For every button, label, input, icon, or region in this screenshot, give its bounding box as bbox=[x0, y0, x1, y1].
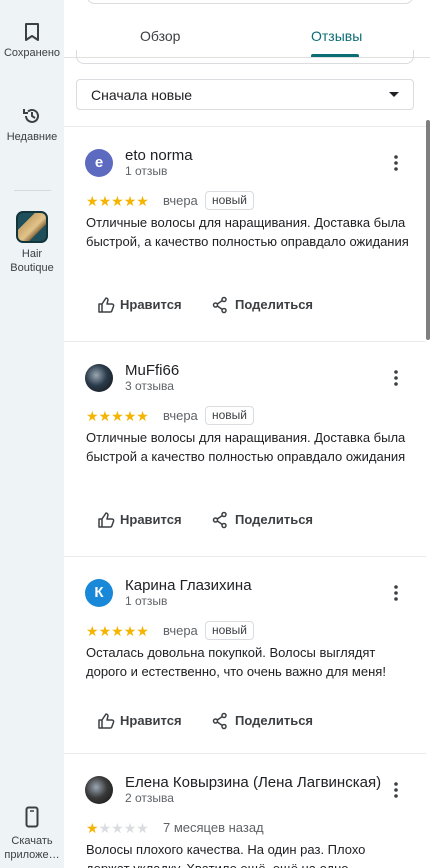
saved-label: Сохранено bbox=[3, 47, 61, 59]
review-text: Осталась довольна покупкой. Волосы выгля… bbox=[86, 645, 386, 679]
like-label: Нравится bbox=[120, 713, 182, 728]
star-icon: ★ bbox=[136, 408, 149, 424]
share-label: Поделиться bbox=[235, 512, 314, 527]
review-text: Волосы плохого качества. На один раз. Пл… bbox=[86, 842, 366, 868]
star-icon: ★ bbox=[111, 820, 124, 836]
review-date: 7 месяцев назад bbox=[163, 820, 264, 835]
reviewer-name[interactable]: Елена Ковырзина (Лена Лагвинская) bbox=[125, 774, 381, 791]
star-icon: ★ bbox=[98, 193, 112, 209]
reviewer-name[interactable]: Карина Глазихина bbox=[125, 577, 252, 594]
star-icon: ★ bbox=[136, 193, 149, 209]
review-card: MuFfi66 3 отзыва ★★★★★ вчера новый Отличные в… bbox=[64, 341, 426, 556]
star-icon: ★ bbox=[86, 408, 99, 424]
star-rating: ★★★★★ bbox=[86, 408, 149, 424]
new-badge: новый bbox=[205, 191, 255, 210]
share-icon bbox=[212, 296, 227, 314]
reviewer-review-count: 2 отзыва bbox=[125, 791, 174, 805]
review-text: Отличные волосы для наращивания. Доставк… bbox=[86, 430, 406, 464]
avatar[interactable] bbox=[85, 364, 113, 392]
star-icon: ★ bbox=[98, 820, 112, 836]
like-label: Нравится bbox=[120, 297, 182, 312]
star-icon: ★ bbox=[123, 408, 137, 424]
share-icon bbox=[212, 511, 227, 529]
avatar[interactable] bbox=[85, 776, 113, 804]
reviewer-review-count: 1 отзыв bbox=[125, 164, 168, 178]
place-nav-item[interactable]: Hair Boutique bbox=[0, 211, 64, 275]
caret-down-icon bbox=[389, 92, 399, 97]
review-search-edge[interactable] bbox=[76, 50, 414, 64]
phone-icon bbox=[25, 806, 39, 828]
tab-reviews[interactable]: Отзывы bbox=[311, 28, 362, 44]
star-icon: ★ bbox=[111, 408, 124, 424]
bookmark-icon bbox=[25, 23, 39, 41]
rail-divider bbox=[14, 190, 51, 191]
share-label: Поделиться bbox=[235, 297, 314, 312]
thumb-up-icon bbox=[98, 713, 115, 729]
review-date: вчера bbox=[163, 623, 198, 638]
reviewer-review-count: 1 отзыв bbox=[125, 594, 168, 608]
place-label: Hair Boutique bbox=[10, 248, 54, 274]
star-icon: ★ bbox=[86, 193, 99, 209]
sort-dropdown[interactable]: Сначала новые bbox=[76, 79, 414, 110]
new-badge: новый bbox=[205, 621, 255, 640]
review-text: Отличные волосы для наращивания. Доставк… bbox=[86, 215, 409, 249]
saved-nav-item[interactable]: Сохранено bbox=[0, 22, 64, 60]
download-label: Скачать приложе… bbox=[4, 835, 60, 861]
share-label: Поделиться bbox=[235, 713, 314, 728]
star-icon: ★ bbox=[123, 193, 137, 209]
place-thumbnail bbox=[16, 211, 48, 243]
star-icon: ★ bbox=[98, 623, 112, 639]
star-icon: ★ bbox=[123, 623, 137, 639]
review-card: К Карина Глазихина 1 отзыв ★★★★★ вчера новый О… bbox=[64, 556, 426, 753]
place-panel: Обзор Отзывы Сначала новые e eto norma 1 о… bbox=[64, 0, 430, 868]
star-icon: ★ bbox=[86, 623, 99, 639]
download-app-item[interactable]: Скачать приложе… bbox=[0, 806, 64, 862]
star-icon: ★ bbox=[98, 408, 112, 424]
star-icon: ★ bbox=[86, 820, 99, 836]
review-card: e eto norma 1 отзыв ★★★★★ вчера новый Отличные… bbox=[64, 126, 426, 341]
star-icon: ★ bbox=[111, 193, 124, 209]
new-badge: новый bbox=[205, 406, 255, 425]
star-icon: ★ bbox=[111, 623, 124, 639]
more-options-icon[interactable] bbox=[390, 155, 402, 171]
more-options-icon[interactable] bbox=[390, 782, 402, 798]
review-card: Елена Ковырзина (Лена Лагвинская) 2 отзыв… bbox=[64, 753, 426, 868]
star-rating: ★★★★★ bbox=[86, 820, 149, 836]
more-options-icon[interactable] bbox=[390, 370, 402, 386]
review-date: вчера bbox=[163, 408, 198, 423]
star-icon: ★ bbox=[136, 623, 149, 639]
sort-label: Сначала новые bbox=[91, 87, 193, 103]
scrollbar[interactable] bbox=[426, 120, 430, 340]
left-rail: Сохранено Недавние Hair Boutique bbox=[0, 0, 64, 868]
recent-nav-item[interactable]: Недавние bbox=[0, 106, 64, 144]
recent-label: Недавние bbox=[6, 131, 58, 143]
star-rating: ★★★★★ bbox=[86, 623, 149, 639]
tab-overview[interactable]: Обзор bbox=[140, 28, 180, 44]
reviewer-review-count: 3 отзыва bbox=[125, 379, 174, 393]
star-rating: ★★★★★ bbox=[86, 193, 149, 209]
star-icon: ★ bbox=[136, 820, 149, 836]
avatar[interactable]: e bbox=[85, 149, 113, 177]
thumb-up-icon bbox=[98, 297, 115, 313]
review-date: вчера bbox=[163, 193, 198, 208]
reviewer-name[interactable]: MuFfi66 bbox=[125, 362, 179, 379]
history-icon bbox=[23, 108, 39, 123]
like-label: Нравится bbox=[120, 512, 182, 527]
reviewer-name[interactable]: eto norma bbox=[125, 147, 193, 164]
star-icon: ★ bbox=[123, 820, 137, 836]
share-icon bbox=[212, 712, 227, 730]
thumb-up-icon bbox=[98, 512, 115, 528]
more-options-icon[interactable] bbox=[390, 585, 402, 601]
avatar[interactable]: К bbox=[85, 579, 113, 607]
